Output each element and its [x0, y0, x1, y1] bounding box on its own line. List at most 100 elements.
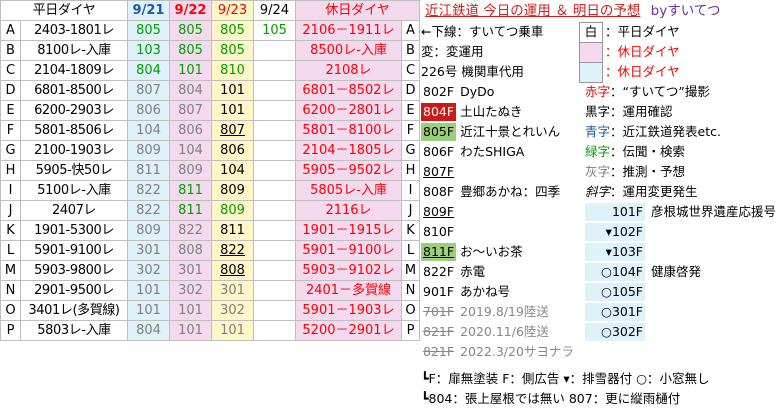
- unit-cell[interactable]: [253, 140, 296, 161]
- unit-cell[interactable]: [253, 300, 296, 321]
- holiday-train[interactable]: 6200－2801レ: [295, 100, 402, 121]
- unit-cell[interactable]: 101: [169, 320, 212, 341]
- train-number[interactable]: 5100レ-入庫: [20, 180, 128, 201]
- unit-cell[interactable]: 104: [211, 160, 254, 181]
- train-number[interactable]: 2104-1809レ: [20, 60, 128, 81]
- unit-cell[interactable]: 805: [211, 40, 254, 61]
- unit-cell[interactable]: [253, 260, 296, 281]
- unit-cell[interactable]: [253, 120, 296, 141]
- holiday-train[interactable]: 5805レ-入庫: [295, 180, 402, 201]
- holiday-train[interactable]: 5200－2901レ: [295, 320, 402, 341]
- unit-cell[interactable]: 103: [127, 40, 170, 61]
- unit-cell[interactable]: [253, 60, 296, 81]
- train-number[interactable]: 2100-1903レ: [20, 140, 128, 161]
- unit-cell[interactable]: 806: [127, 100, 170, 121]
- holiday-train[interactable]: 5801－8100レ: [295, 120, 402, 141]
- unit-cell[interactable]: [253, 220, 296, 241]
- unit-cell[interactable]: 805: [169, 40, 212, 61]
- holiday-train[interactable]: 5905－9502レ: [295, 160, 402, 181]
- unit-cell[interactable]: 811: [169, 180, 212, 201]
- unit-cell[interactable]: 104: [169, 140, 212, 161]
- unit-cell[interactable]: 806: [211, 140, 254, 161]
- unit-cell[interactable]: 809: [127, 140, 170, 161]
- unit-cell[interactable]: 822: [169, 220, 212, 241]
- unit-cell[interactable]: 105: [253, 20, 296, 41]
- unit-cell[interactable]: 809: [211, 200, 254, 221]
- train-number[interactable]: 5803レ-入庫: [20, 320, 128, 341]
- holiday-train[interactable]: 2108レ: [295, 60, 402, 81]
- unit-cell[interactable]: 101: [211, 320, 254, 341]
- train-number[interactable]: 5901-9100レ: [20, 240, 128, 261]
- train-number[interactable]: 3401レ(多賀線): [20, 300, 128, 321]
- unit-cell[interactable]: 805: [127, 20, 170, 41]
- unit-cell[interactable]: [253, 320, 296, 341]
- unit-cell[interactable]: 302: [211, 300, 254, 321]
- unit-cell[interactable]: 806: [169, 120, 212, 141]
- unit-cell[interactable]: 101: [127, 280, 170, 301]
- holiday-train[interactable]: 6801－8502レ: [295, 80, 402, 101]
- unit-cell[interactable]: [253, 200, 296, 221]
- unit-cell[interactable]: 822: [211, 240, 254, 261]
- holiday-train[interactable]: 5901－1903レ: [295, 300, 402, 321]
- unit-cell[interactable]: 302: [127, 260, 170, 281]
- unit-cell[interactable]: 811: [211, 220, 254, 241]
- unit-cell[interactable]: [253, 160, 296, 181]
- date-header-4[interactable]: 9/24: [253, 0, 296, 21]
- unit-cell[interactable]: 822: [127, 200, 170, 221]
- date-header-2[interactable]: 9/22: [169, 0, 212, 21]
- unit-cell[interactable]: 104: [127, 120, 170, 141]
- unit-cell[interactable]: 807: [211, 120, 254, 141]
- unit-cell[interactable]: 811: [169, 200, 212, 221]
- train-number[interactable]: 5905-快50レ: [20, 160, 128, 181]
- unit-cell[interactable]: 822: [127, 180, 170, 201]
- train-number[interactable]: 2901-9500レ: [20, 280, 128, 301]
- unit-cell[interactable]: 101: [127, 300, 170, 321]
- unit-cell[interactable]: [253, 280, 296, 301]
- train-number[interactable]: 8100レ-入庫: [20, 40, 128, 61]
- unit-cell[interactable]: 809: [127, 220, 170, 241]
- holiday-train[interactable]: 2116レ: [295, 200, 402, 221]
- train-number[interactable]: 2403-1801レ: [20, 20, 128, 41]
- holiday-train[interactable]: 2104－1805レ: [295, 140, 402, 161]
- train-number[interactable]: 5903-9800レ: [20, 260, 128, 281]
- unit-cell[interactable]: 804: [127, 320, 170, 341]
- unit-cell[interactable]: 808: [169, 240, 212, 261]
- unit-cell[interactable]: [253, 40, 296, 61]
- unit-cell[interactable]: 101: [211, 100, 254, 121]
- train-number[interactable]: 6801-8500レ: [20, 80, 128, 101]
- holiday-train[interactable]: 2106－1911レ: [295, 20, 402, 41]
- unit-cell[interactable]: 804: [169, 80, 212, 101]
- unit-cell[interactable]: 805: [211, 20, 254, 41]
- unit-cell[interactable]: 301: [211, 280, 254, 301]
- holiday-train[interactable]: 1901－1915レ: [295, 220, 402, 241]
- train-number[interactable]: 2407レ: [20, 200, 128, 221]
- date-header-1[interactable]: 9/21: [127, 0, 170, 21]
- unit-cell[interactable]: 807: [169, 100, 212, 121]
- date-header-3[interactable]: 9/23: [211, 0, 254, 21]
- train-number[interactable]: 5801-8506レ: [20, 120, 128, 141]
- unit-cell[interactable]: 810: [211, 60, 254, 81]
- unit-cell[interactable]: 101: [169, 60, 212, 81]
- unit-cell[interactable]: 808: [211, 260, 254, 281]
- unit-cell[interactable]: 101: [211, 80, 254, 101]
- unit-cell[interactable]: 805: [169, 20, 212, 41]
- holiday-train[interactable]: 2401－多賀線: [295, 280, 402, 301]
- unit-cell[interactable]: [253, 240, 296, 261]
- unit-cell[interactable]: 807: [127, 80, 170, 101]
- holiday-train[interactable]: 8500レ-入庫: [295, 40, 402, 61]
- unit-cell[interactable]: 302: [169, 280, 212, 301]
- train-number[interactable]: 6200-2903レ: [20, 100, 128, 121]
- holiday-train[interactable]: 5903－9102レ: [295, 260, 402, 281]
- unit-cell[interactable]: [253, 180, 296, 201]
- unit-cell[interactable]: 101: [169, 300, 212, 321]
- unit-cell[interactable]: 301: [127, 240, 170, 261]
- train-number[interactable]: 1901-5300レ: [20, 220, 128, 241]
- holiday-train[interactable]: 5901－9100レ: [295, 240, 402, 261]
- unit-cell[interactable]: 809: [169, 160, 212, 181]
- unit-cell[interactable]: 804: [127, 60, 170, 81]
- unit-cell[interactable]: 811: [127, 160, 170, 181]
- unit-cell[interactable]: 301: [169, 260, 212, 281]
- unit-cell[interactable]: [253, 100, 296, 121]
- unit-cell[interactable]: 809: [211, 180, 254, 201]
- unit-cell[interactable]: [253, 80, 296, 101]
